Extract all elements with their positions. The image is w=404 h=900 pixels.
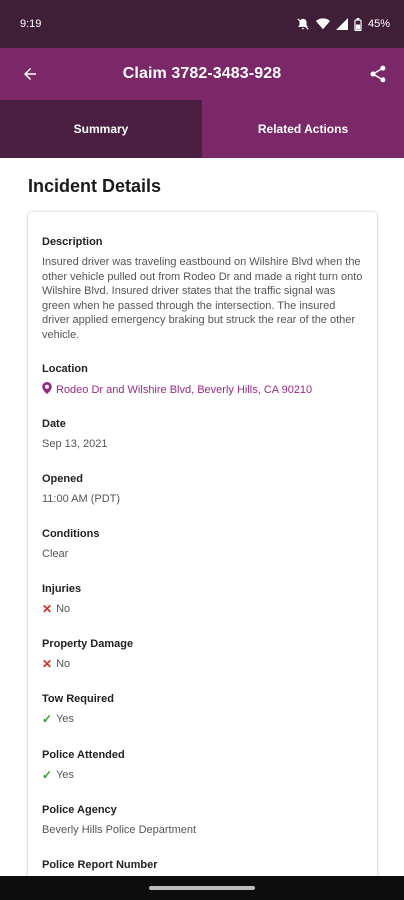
location-label: Location	[42, 363, 88, 375]
property-damage-label: Property Damage	[42, 638, 134, 650]
system-nav-bar	[0, 876, 404, 900]
opened-label: Opened	[42, 473, 83, 485]
date-label: Date	[42, 418, 66, 430]
location-link[interactable]: Rodeo Dr and Wilshire Blvd, Beverly Hill…	[42, 382, 363, 399]
property-damage-value: No	[56, 658, 71, 670]
property-damage-field: Property Damage ✕ No	[42, 638, 363, 672]
wifi-icon	[315, 18, 330, 30]
police-report-number-label: Police Report Number	[42, 859, 158, 871]
conditions-label: Conditions	[42, 528, 100, 540]
x-icon: ✕	[42, 602, 53, 617]
incident-details-card: Description Insured driver was traveling…	[28, 212, 377, 892]
tab-bar: Summary Related Actions	[0, 100, 404, 158]
page-title: Claim 3782-3483-928	[122, 65, 282, 82]
police-attended-field: Police Attended ✓ Yes	[42, 749, 363, 783]
opened-value: 11:00 AM (PDT)	[42, 493, 121, 505]
tow-required-field: Tow Required ✓ Yes	[42, 693, 363, 727]
police-attended-label: Police Attended	[42, 749, 125, 761]
tab-summary[interactable]: Summary	[0, 100, 202, 158]
description-value: Insured driver was traveling eastbound o…	[42, 256, 363, 341]
injuries-value: No	[56, 603, 71, 615]
opened-field: Opened 11:00 AM (PDT)	[42, 473, 363, 507]
police-agency-label: Police Agency	[42, 804, 117, 816]
mute-icon	[296, 17, 310, 31]
property-damage-row: ✕ No	[42, 657, 363, 672]
status-icons: 45%	[296, 17, 390, 31]
police-agency-field: Police Agency Beverly Hills Police Depar…	[42, 804, 363, 838]
battery-icon	[354, 17, 362, 31]
x-icon: ✕	[42, 657, 53, 672]
check-icon: ✓	[42, 768, 53, 783]
status-time: 9:19	[20, 18, 42, 30]
tow-required-row: ✓ Yes	[42, 712, 363, 727]
signal-icon	[335, 18, 348, 30]
conditions-field: Conditions Clear	[42, 528, 363, 562]
description-label: Description	[42, 236, 103, 248]
description-field: Description Insured driver was traveling…	[42, 236, 363, 342]
date-field: Date Sep 13, 2021	[42, 418, 363, 452]
tow-required-label: Tow Required	[42, 693, 114, 705]
section-title: Incident Details	[28, 176, 162, 196]
share-icon[interactable]	[366, 62, 390, 86]
police-attended-row: ✓ Yes	[42, 768, 363, 783]
status-bar: 9:19 45%	[0, 0, 404, 48]
tow-required-value: Yes	[56, 713, 75, 725]
injuries-row: ✕ No	[42, 602, 363, 617]
police-agency-value: Beverly Hills Police Department	[42, 824, 197, 836]
injuries-label: Injuries	[42, 583, 82, 595]
check-icon: ✓	[42, 712, 53, 727]
app-bar: Claim 3782-3483-928	[0, 48, 404, 100]
date-value: Sep 13, 2021	[42, 438, 108, 450]
police-attended-value: Yes	[56, 769, 75, 781]
tab-related-actions[interactable]: Related Actions	[202, 100, 404, 158]
home-gesture-handle[interactable]	[149, 886, 255, 890]
map-pin-icon	[42, 382, 52, 399]
conditions-value: Clear	[42, 548, 69, 560]
location-value: Rodeo Dr and Wilshire Blvd, Beverly Hill…	[56, 384, 313, 396]
injuries-field: Injuries ✕ No	[42, 583, 363, 617]
battery-percent: 45%	[367, 18, 390, 30]
location-field: Location Rodeo Dr and Wilshire Blvd, Bev…	[42, 363, 363, 399]
